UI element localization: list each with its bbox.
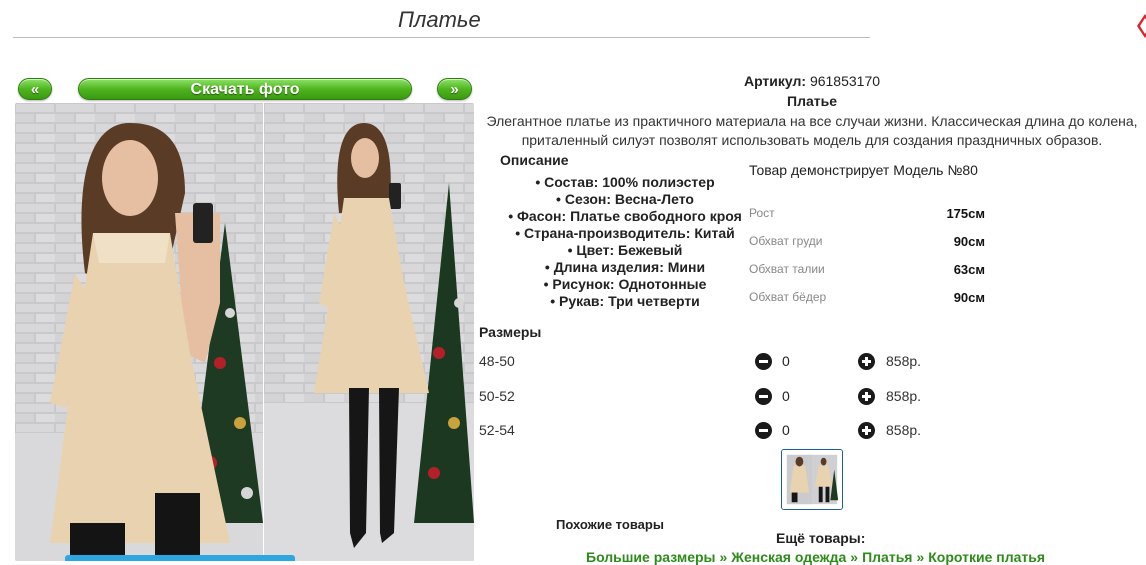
measurement-value: 90см	[953, 234, 985, 249]
sizes-heading: Размеры	[479, 324, 542, 340]
product-description: Элегантное платье из практичного материа…	[486, 113, 1138, 148]
breadcrumb-link[interactable]: Короткие платья	[928, 549, 1045, 565]
size-price: 858р.	[886, 422, 922, 438]
plus-circle-icon[interactable]	[858, 353, 875, 370]
attribute-list: Состав: 100% полиэстер Сезон: Весна-Лето…	[500, 174, 750, 310]
attribute-item: Цвет: Бежевый	[500, 242, 750, 259]
breadcrumb: Большие размеры» Женская одежда» Платья» Ко…	[586, 549, 1045, 565]
size-row: 52-54 0 858р.	[479, 422, 949, 442]
minus-circle-icon[interactable]	[755, 388, 772, 405]
attribute-item: Рукав: Три четверти	[500, 293, 750, 310]
attribute-item: Сезон: Весна-Лето	[500, 191, 750, 208]
page-title: Платье	[398, 7, 481, 32]
size-row: 48-50 0 858р.	[479, 353, 949, 373]
attribute-item: Состав: 100% полиэстер	[500, 174, 750, 191]
measurement-row: Обхват бёдер 90см	[749, 290, 985, 310]
similar-products-heading: Похожие товары	[556, 517, 664, 532]
size-price: 858р.	[886, 388, 922, 404]
size-label: 52-54	[479, 422, 515, 438]
article-value: 961853170	[809, 73, 881, 89]
breadcrumb-separator: »	[916, 549, 925, 565]
measurement-label: Рост	[749, 206, 775, 220]
measurement-row: Рост 175см	[749, 206, 985, 226]
size-row: 50-52 0 858р.	[479, 388, 949, 408]
measurement-label: Обхват талии	[749, 262, 825, 276]
prev-photo-button[interactable]: «	[18, 78, 52, 100]
plus-circle-icon[interactable]	[858, 422, 875, 439]
breadcrumb-link[interactable]: Платья	[862, 549, 912, 565]
measurement-row: Обхват талии 63см	[749, 262, 985, 282]
more-products-heading: Ещё товары:	[776, 530, 866, 546]
product-photo-right	[264, 103, 474, 561]
article-label: Артикул:	[743, 73, 807, 89]
attribute-item: Страна-производитель: Китай	[500, 225, 750, 242]
size-label: 48-50	[479, 353, 515, 369]
model-caption: Товар демонстрирует Модель №80	[749, 162, 978, 178]
attribute-item: Фасон: Платье свободного кроя	[500, 208, 750, 225]
article-number: Артикул: 961853170	[700, 73, 924, 89]
breadcrumb-link[interactable]: Большие размеры	[586, 549, 716, 565]
product-photo[interactable]	[15, 103, 474, 561]
measurement-value: 63см	[953, 262, 985, 277]
size-price: 858р.	[886, 353, 922, 369]
photo-scroll-indicator[interactable]	[65, 555, 295, 561]
product-photo-left	[15, 103, 263, 561]
title-divider	[13, 37, 870, 38]
quantity-value: 0	[782, 388, 790, 404]
measurement-row: Обхват груди 90см	[749, 234, 985, 254]
breadcrumb-link[interactable]: Женская одежда	[731, 549, 846, 565]
minus-circle-icon[interactable]	[755, 422, 772, 439]
measurement-label: Обхват груди	[749, 234, 823, 248]
breadcrumb-separator: »	[719, 549, 728, 565]
plus-circle-icon[interactable]	[858, 388, 875, 405]
download-photo-button[interactable]: Скачать фото	[78, 78, 412, 100]
next-photo-button[interactable]: »	[437, 78, 472, 100]
description-heading: Описание	[500, 152, 569, 168]
attribute-item: Рисунок: Однотонные	[500, 276, 750, 293]
measurement-value: 175см	[946, 206, 985, 221]
photo-thumbnail[interactable]	[781, 449, 843, 510]
minus-circle-icon[interactable]	[755, 353, 772, 370]
product-name: Платье	[787, 93, 837, 109]
measurement-label: Обхват бёдер	[749, 290, 827, 304]
red-diamond-icon[interactable]	[1136, 12, 1146, 40]
quantity-value: 0	[782, 353, 790, 369]
measurement-value: 90см	[953, 290, 985, 305]
quantity-value: 0	[782, 422, 790, 438]
attribute-item: Длина изделия: Мини	[500, 259, 750, 276]
breadcrumb-separator: »	[850, 549, 859, 565]
size-label: 50-52	[479, 388, 515, 404]
